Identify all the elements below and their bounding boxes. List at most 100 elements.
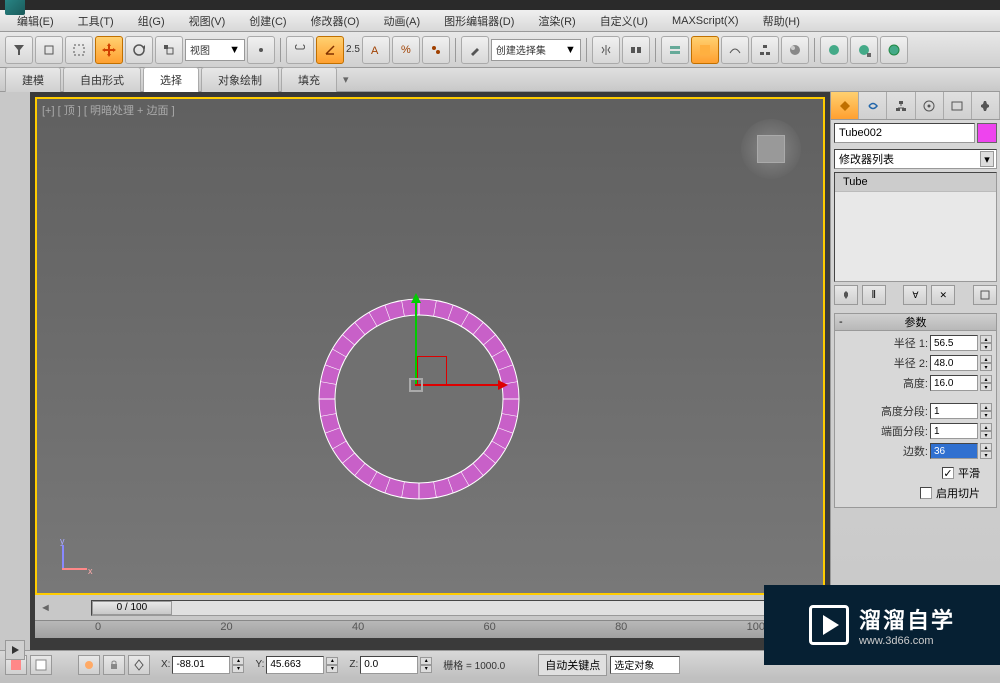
use-center-button[interactable] [247,36,275,64]
radius2-spinner[interactable]: ▴▾ [980,355,992,371]
align-button[interactable] [622,36,650,64]
height-segs-input[interactable] [930,403,978,419]
render-setup-button[interactable] [820,36,848,64]
prompt-button[interactable] [30,655,52,675]
cap-segs-spinner[interactable]: ▴▾ [980,423,992,439]
select-object-button[interactable] [35,36,63,64]
menu-edit[interactable]: 编辑(E) [5,11,66,31]
time-slider[interactable]: 0 / 100 [91,600,789,616]
tab-utilities[interactable] [972,92,1000,119]
y-spinner[interactable]: ▴▾ [326,657,338,673]
snap-toggle-button[interactable] [286,36,314,64]
view-cube[interactable] [741,119,801,179]
graphite-toggle-button[interactable] [691,36,719,64]
rollout-header[interactable]: - 参数 [834,313,997,331]
configure-sets-button[interactable] [973,285,997,305]
isolate-button[interactable] [78,655,100,675]
percent-snap-button[interactable]: A [362,36,390,64]
pin-stack-button[interactable] [834,285,858,305]
viewport-top[interactable]: [+] [ 顶 ] [ 明暗处理 + 边面 ] [35,97,825,595]
render-frame-button[interactable] [850,36,878,64]
menu-help[interactable]: 帮助(H) [751,11,812,31]
auto-key-button[interactable]: 自动关键点 [538,654,607,676]
modifier-list-dropdown[interactable]: 修改器列表 ▾ [834,149,997,169]
cap-segs-input[interactable] [930,423,978,439]
gizmo-origin[interactable] [409,378,423,392]
object-name-field[interactable]: Tube002 [834,123,975,143]
material-editor-button[interactable] [781,36,809,64]
tab-create[interactable] [831,92,859,119]
curve-editor-button[interactable] [721,36,749,64]
smooth-checkbox[interactable]: ✓ [942,467,954,479]
modifier-stack[interactable]: Tube [834,172,997,282]
menu-rendering[interactable]: 渲染(R) [526,11,587,31]
remove-modifier-button[interactable]: ✕ [931,285,955,305]
angle-snap-button[interactable] [316,36,344,64]
key-filter-dropdown[interactable]: 选定对象 [610,656,680,674]
panel-tabs [831,92,1000,120]
height-segs-spinner[interactable]: ▴▾ [980,403,992,419]
height-spinner[interactable]: ▴▾ [980,375,992,391]
ribbon-tab-freeform[interactable]: 自由形式 [63,67,141,93]
ribbon-tab-populate[interactable]: 填充 [281,67,337,93]
tab-hierarchy[interactable] [887,92,915,119]
scale-button[interactable] [155,36,183,64]
tab-display[interactable] [944,92,972,119]
tab-motion[interactable] [916,92,944,119]
radius1-spinner[interactable]: ▴▾ [980,335,992,351]
absolute-mode-button[interactable] [128,655,150,675]
track-bar[interactable]: 020406080100 [35,620,825,638]
menu-customize[interactable]: 自定义(U) [588,11,660,31]
select-filter-button[interactable] [5,36,33,64]
selection-set-dropdown[interactable]: 创建选择集▼ [491,39,581,61]
time-slider-thumb[interactable]: 0 / 100 [92,601,172,615]
rotate-button[interactable] [125,36,153,64]
menu-graph-editors[interactable]: 图形编辑器(D) [432,11,526,31]
chevron-down-icon[interactable]: ▾ [343,73,349,86]
select-region-button[interactable] [65,36,93,64]
menu-tools[interactable]: 工具(T) [66,11,126,31]
x-spinner[interactable]: ▴▾ [232,657,244,673]
ribbon-tab-selection[interactable]: 选择 [143,67,199,93]
play-animation-button[interactable] [5,640,25,660]
viewport-label[interactable]: [+] [ 顶 ] [ 明暗处理 + 边面 ] [42,102,175,118]
edit-named-sel-button[interactable] [461,36,489,64]
timeline-back-icon[interactable]: ◄ [40,602,51,614]
menu-create[interactable]: 创建(C) [237,11,298,31]
ribbon-tab-modeling[interactable]: 建模 [5,67,61,93]
layer-manager-button[interactable] [661,36,689,64]
y-input[interactable]: 45.663 [266,656,324,674]
move-button[interactable] [95,36,123,64]
radius1-input[interactable] [930,335,978,351]
ribbon-tab-object-paint[interactable]: 对象绘制 [201,67,279,93]
chevron-down-icon[interactable]: ▾ [980,151,994,167]
tab-modify[interactable] [859,92,887,119]
z-input[interactable]: 0.0 [360,656,418,674]
selection-lock-button[interactable] [103,655,125,675]
sides-input[interactable] [930,443,978,459]
schematic-view-button[interactable] [751,36,779,64]
object-color-swatch[interactable] [977,123,997,143]
menu-animation[interactable]: 动画(A) [371,11,432,31]
radius2-input[interactable] [930,355,978,371]
show-end-result-button[interactable]: ‖ [862,285,886,305]
stack-item-tube[interactable]: Tube [835,173,996,192]
menu-group[interactable]: 组(G) [126,11,177,31]
view-cube-face[interactable] [757,135,785,163]
sides-spinner[interactable]: ▴▾ [980,443,992,459]
menu-views[interactable]: 视图(V) [177,11,238,31]
title-bar [0,0,1000,10]
height-input[interactable] [930,375,978,391]
render-button[interactable] [880,36,908,64]
spinner-snap-button[interactable]: % [392,36,420,64]
tube-object[interactable] [315,295,523,503]
coordinate-dropdown[interactable]: 视图▼ [185,39,245,61]
z-spinner[interactable]: ▴▾ [420,657,432,673]
menu-maxscript[interactable]: MAXScript(X) [660,13,751,29]
menu-modifiers[interactable]: 修改器(O) [299,11,372,31]
mirror-button[interactable] [592,36,620,64]
make-unique-button[interactable]: ∀ [903,285,927,305]
x-input[interactable]: -88.01 [172,656,230,674]
named-selection-button[interactable] [422,36,450,64]
slice-checkbox[interactable] [920,487,932,499]
